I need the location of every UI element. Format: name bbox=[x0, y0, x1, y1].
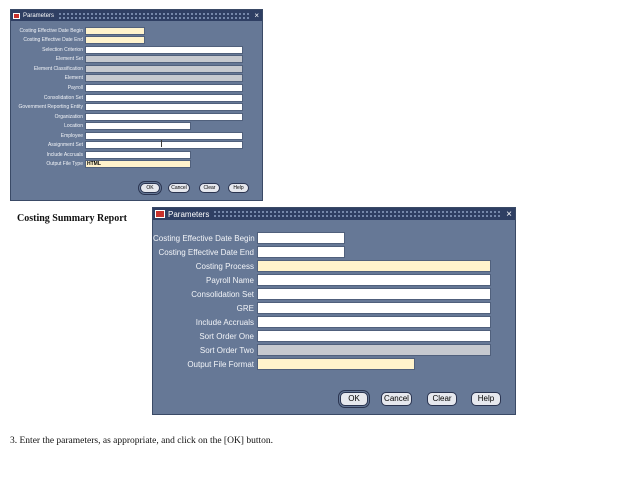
field-label: Employee bbox=[60, 133, 83, 139]
param-row-organization: Organization bbox=[11, 113, 243, 121]
sort-order-two-input bbox=[257, 344, 491, 356]
government-reporting-entity-input[interactable] bbox=[85, 103, 243, 111]
param-row-payroll-name: Payroll Name bbox=[153, 274, 491, 286]
cancel-button[interactable]: Cancel bbox=[381, 392, 412, 406]
param-row-output-file-type: Output File Type HTML bbox=[11, 160, 191, 168]
param-row-assignment-set: Assignment Set bbox=[11, 141, 243, 149]
costing-process-input[interactable] bbox=[257, 260, 491, 272]
instruction-text: 3. Enter the parameters, as appropriate,… bbox=[10, 436, 274, 446]
selection-criterion-input[interactable] bbox=[85, 46, 243, 54]
param-row-element-classification: Element Classification bbox=[11, 65, 243, 73]
element-set-input bbox=[85, 55, 243, 63]
field-label: Costing Effective Date End bbox=[23, 37, 83, 43]
app-window-icon bbox=[13, 12, 20, 19]
field-label: Payroll bbox=[67, 85, 83, 91]
field-label: Element Classification bbox=[33, 66, 83, 72]
param-row-consolidation-set: Consolidation Set bbox=[153, 288, 491, 300]
title-bar-pattern bbox=[213, 210, 503, 218]
field-label: Selection Criterion bbox=[42, 47, 83, 53]
clear-button[interactable]: Clear bbox=[427, 392, 457, 406]
help-button[interactable]: Help bbox=[228, 183, 249, 193]
field-label: Payroll Name bbox=[205, 275, 254, 285]
field-label: GRE bbox=[236, 303, 254, 313]
param-row-include-accruals: Include Accruals bbox=[153, 316, 491, 328]
dialog-title-bar[interactable]: Parameters × bbox=[11, 10, 262, 21]
field-label: Government Reporting Entity bbox=[18, 104, 83, 110]
element-input bbox=[85, 74, 243, 82]
param-row-consolidation-set: Consolidation Set bbox=[11, 94, 243, 102]
text-cursor-icon bbox=[161, 140, 162, 147]
payroll-input[interactable] bbox=[85, 84, 243, 92]
param-row-sort-order-one: Sort Order One bbox=[153, 330, 491, 342]
field-label: Element Set bbox=[55, 56, 83, 62]
field-label: Include Accruals bbox=[195, 317, 254, 327]
field-label: Costing Effective Date End bbox=[158, 247, 254, 257]
cancel-button[interactable]: Cancel bbox=[168, 183, 190, 193]
dialog-title-bar[interactable]: Parameters × bbox=[153, 208, 515, 220]
dialog-title: Parameters bbox=[168, 209, 210, 219]
consolidation-set-input[interactable] bbox=[257, 288, 491, 300]
param-row-element: Element bbox=[11, 74, 243, 82]
param-row-costing-date-begin: Costing Effective Date Begin bbox=[11, 27, 145, 35]
param-row-payroll: Payroll bbox=[11, 84, 243, 92]
param-row-employee: Employee bbox=[11, 132, 243, 140]
field-label: Element bbox=[64, 75, 83, 81]
assignment-set-input[interactable] bbox=[85, 141, 243, 149]
app-window-icon bbox=[155, 210, 165, 218]
param-row-selection-criterion: Selection Criterion bbox=[11, 46, 243, 54]
field-label: Consolidation Set bbox=[191, 289, 254, 299]
include-accruals-input[interactable] bbox=[257, 316, 491, 328]
param-row-gre: GRE bbox=[153, 302, 491, 314]
dialog-title: Parameters bbox=[23, 12, 55, 19]
costing-date-end-input[interactable] bbox=[85, 36, 145, 44]
field-label: Costing Effective Date Begin bbox=[19, 28, 83, 34]
output-file-type-input[interactable]: HTML bbox=[85, 160, 191, 168]
title-bar-pattern bbox=[58, 12, 251, 19]
include-accruals-input[interactable] bbox=[85, 151, 191, 159]
field-label: Assignment Set bbox=[47, 142, 83, 148]
param-row-costing-process: Costing Process bbox=[153, 260, 491, 272]
field-label: Output File Type bbox=[46, 161, 83, 167]
element-classification-input bbox=[85, 65, 243, 73]
param-row-sort-order-two: Sort Order Two bbox=[153, 344, 491, 356]
employee-input[interactable] bbox=[85, 132, 243, 140]
clear-button[interactable]: Clear bbox=[199, 183, 220, 193]
close-icon[interactable]: × bbox=[506, 209, 512, 220]
ok-button[interactable]: OK bbox=[138, 181, 162, 195]
field-label: Costing Process bbox=[195, 261, 254, 271]
param-row-costing-date-end: Costing Effective Date End bbox=[153, 246, 345, 258]
sort-order-one-input[interactable] bbox=[257, 330, 491, 342]
consolidation-set-input[interactable] bbox=[85, 94, 243, 102]
parameters-dialog-small: Parameters × Costing Effective Date Begi… bbox=[10, 9, 263, 201]
param-row-costing-date-begin: Costing Effective Date Begin bbox=[153, 232, 345, 244]
output-file-format-input[interactable] bbox=[257, 358, 415, 370]
field-label: Organization bbox=[54, 114, 83, 120]
costing-date-begin-input[interactable] bbox=[257, 232, 345, 244]
param-row-government-reporting-entity: Government Reporting Entity bbox=[11, 103, 243, 111]
organization-input[interactable] bbox=[85, 113, 243, 121]
ok-button[interactable]: OK bbox=[338, 390, 370, 408]
field-label: Sort Order One bbox=[199, 331, 254, 341]
field-label: Costing Effective Date Begin bbox=[153, 233, 255, 243]
gre-input[interactable] bbox=[257, 302, 491, 314]
field-label: Consolidation Set bbox=[43, 95, 83, 101]
close-icon[interactable]: × bbox=[254, 11, 259, 20]
help-button[interactable]: Help bbox=[471, 392, 501, 406]
param-row-location: Location bbox=[11, 122, 191, 130]
section-heading: Costing Summary Report bbox=[17, 213, 127, 224]
costing-date-end-input[interactable] bbox=[257, 246, 345, 258]
field-label: Output File Format bbox=[187, 359, 254, 369]
param-row-element-set: Element Set bbox=[11, 55, 243, 63]
location-input[interactable] bbox=[85, 122, 191, 130]
costing-date-begin-input[interactable] bbox=[85, 27, 145, 35]
param-row-include-accruals: Include Accruals bbox=[11, 151, 191, 159]
payroll-name-input[interactable] bbox=[257, 274, 491, 286]
param-row-costing-date-end: Costing Effective Date End bbox=[11, 36, 145, 44]
field-label: Location bbox=[64, 123, 83, 129]
field-label: Include Accruals bbox=[46, 152, 83, 158]
param-row-output-file-format: Output File Format bbox=[153, 358, 415, 370]
parameters-dialog-large: Parameters × Costing Effective Date Begi… bbox=[152, 207, 516, 415]
field-label: Sort Order Two bbox=[199, 345, 254, 355]
